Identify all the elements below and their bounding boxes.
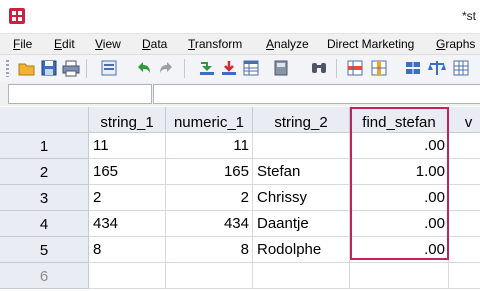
menu-file[interactable]: File [13,37,32,51]
data-cell[interactable]: 2 [166,185,253,211]
toolbar-separator [86,59,87,78]
save-icon[interactable] [40,59,58,77]
data-cell[interactable] [253,133,350,159]
menu-transform[interactable]: Transform [188,37,242,51]
cell-editor-bar [0,82,480,106]
menu-mnemonic: E [54,37,63,51]
column-header-v[interactable]: v [449,107,480,133]
data-cell[interactable]: Rodolphe [253,237,350,263]
menu-mnemonic: T [188,37,195,51]
menu-mnemonic: V [95,37,103,51]
insert-cases-icon[interactable] [346,59,364,77]
print-icon[interactable] [62,59,80,77]
menu-mnemonic: F [13,37,21,51]
cell-reference-field[interactable] [8,84,152,104]
title-bar: *st [0,0,480,33]
menu-edit[interactable]: Edit [54,37,75,51]
insert-variable-icon[interactable] [370,59,388,77]
menu-graphs[interactable]: Graphs [436,37,475,51]
data-cell[interactable] [449,237,480,263]
data-cell[interactable]: 11 [166,133,253,159]
toolbar-separator [184,59,185,78]
data-grid: string_1 numeric_1 string_2 find_stefan v 1 11… [0,107,480,289]
redo-icon[interactable] [158,59,176,77]
column-header-string_1[interactable]: string_1 [89,107,166,133]
data-cell[interactable]: .00 [350,237,449,263]
column-header-numeric_1[interactable]: numeric_1 [166,107,253,133]
data-cell[interactable] [166,263,253,289]
window-title: *st [461,9,476,23]
data-cell[interactable]: 8 [166,237,253,263]
data-cell[interactable]: 8 [89,237,166,263]
open-icon[interactable] [18,59,36,77]
row-header-5[interactable]: 5 [0,237,89,263]
data-cell[interactable]: 2 [89,185,166,211]
select-cases-icon[interactable] [452,59,470,77]
variables-icon[interactable] [242,59,260,77]
go-to-case-icon[interactable] [198,59,216,77]
data-cell[interactable] [253,263,350,289]
data-cell[interactable] [350,263,449,289]
menu-bar: File Edit View Data Transform Analyze Direct M… [0,33,480,54]
row-header-3[interactable]: 3 [0,185,89,211]
data-cell[interactable]: 434 [166,211,253,237]
toolbar [0,54,480,83]
data-cell[interactable]: 165 [166,159,253,185]
data-cell[interactable] [449,133,480,159]
data-cell[interactable]: .00 [350,211,449,237]
data-cell[interactable]: Chrissy [253,185,350,211]
toolbar-separator [336,59,337,78]
row-header-2[interactable]: 2 [0,159,89,185]
menu-analyze[interactable]: Analyze [266,37,309,51]
data-cell[interactable]: .00 [350,185,449,211]
data-cell[interactable]: .00 [350,133,449,159]
weight-cases-icon[interactable] [428,59,446,77]
row-header-6[interactable]: 6 [0,263,89,289]
cell-value-field[interactable] [153,84,480,104]
data-cell[interactable]: Daantje [253,211,350,237]
menu-direct-marketing[interactable]: Direct Marketing [327,37,414,51]
split-file-icon[interactable] [404,59,422,77]
row-header-4[interactable]: 4 [0,211,89,237]
data-cell[interactable]: 1.00 [350,159,449,185]
data-cell[interactable]: 434 [89,211,166,237]
menu-data[interactable]: Data [142,37,167,51]
find-icon[interactable] [310,59,328,77]
data-cell[interactable]: Stefan [253,159,350,185]
menu-mnemonic: D [142,37,151,51]
data-cell[interactable] [449,263,480,289]
grid-corner[interactable] [0,107,89,133]
data-cell[interactable]: 165 [89,159,166,185]
row-header-1[interactable]: 1 [0,133,89,159]
column-header-string_2[interactable]: string_2 [253,107,350,133]
undo-icon[interactable] [134,59,152,77]
column-header-find_stefan[interactable]: find_stefan [350,107,449,133]
data-cell[interactable] [449,159,480,185]
menu-mnemonic: A [266,37,275,51]
toolbar-grip[interactable] [6,60,9,77]
dialog-recall-icon[interactable] [100,59,118,77]
go-to-variable-icon[interactable] [220,59,238,77]
spss-app-icon [9,8,25,24]
data-cell[interactable]: 11 [89,133,166,159]
menu-view[interactable]: View [95,37,121,51]
data-cell[interactable] [89,263,166,289]
data-cell[interactable] [449,211,480,237]
menu-mnemonic: G [436,37,446,51]
data-cell[interactable] [449,185,480,211]
run-descriptives-icon[interactable] [272,59,290,77]
